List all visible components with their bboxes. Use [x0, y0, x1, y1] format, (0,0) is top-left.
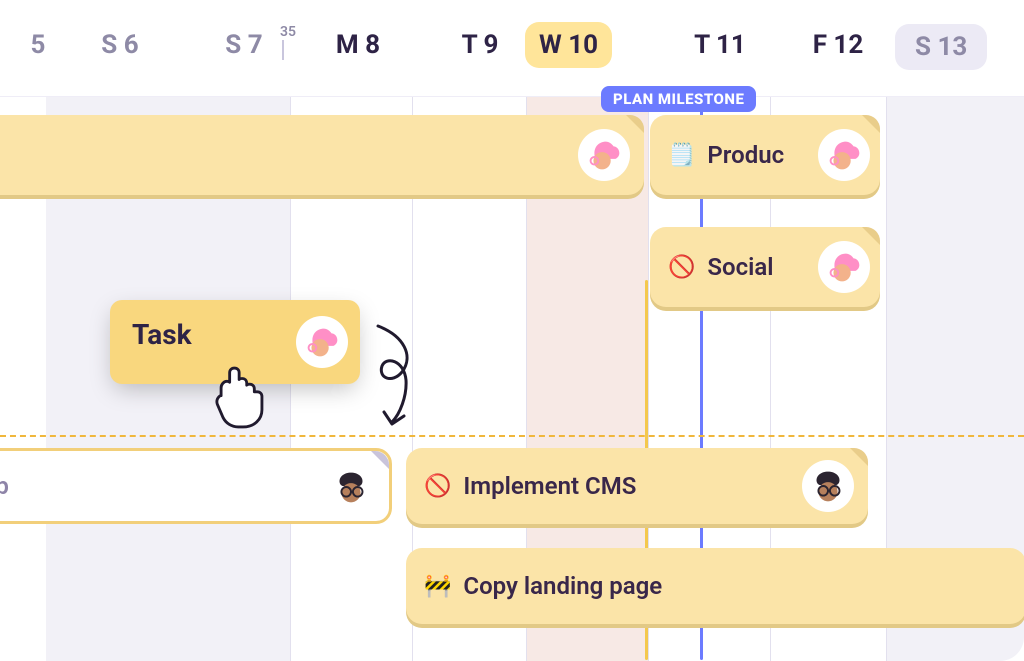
avatar-user-pink	[578, 129, 630, 181]
drop-row-guide	[0, 435, 1024, 437]
task-bar-product[interactable]: 🗒️ Produc	[650, 115, 880, 195]
task-bar-implement-cms[interactable]: 🚫 Implement CMS	[406, 448, 868, 524]
ruler-divider	[0, 96, 1024, 97]
task-bar-setup[interactable]: etup	[0, 448, 392, 524]
avatar-user-pink	[818, 129, 870, 181]
grab-cursor-icon	[204, 350, 280, 430]
day-w10[interactable]: W 10	[525, 22, 612, 68]
timeline-viewport: 35 5 S 6 S 7 M 8 T 9 W 10 T 11 F 12 S 13…	[0, 0, 1024, 661]
drag-task-label: Task	[132, 318, 192, 351]
avatar-user-pink	[296, 316, 348, 368]
day-s13[interactable]: S 13	[895, 24, 987, 70]
day-s7[interactable]: S 7	[196, 30, 292, 60]
task-bar-long[interactable]	[0, 115, 644, 195]
task-label: Social	[707, 253, 773, 281]
date-ruler: 35 5 S 6 S 7 M 8 T 9 W 10 T 11 F 12 S 13	[0, 0, 1024, 96]
avatar-user-pink	[818, 241, 870, 293]
task-bar-copy-landing[interactable]: 🚧 Copy landing page	[406, 548, 1024, 624]
task-label: etup	[0, 472, 9, 500]
task-label: Copy landing page	[463, 572, 662, 600]
plan-milestone-badge[interactable]: PLAN MILESTONE	[601, 86, 756, 112]
nosign-icon: 🚫	[424, 474, 451, 499]
avatar-user-dev	[802, 460, 854, 512]
day-f12[interactable]: F 12	[790, 30, 886, 60]
task-label: Produc	[707, 141, 784, 169]
construction-icon: 🚧	[424, 574, 451, 599]
arrow-doodle-icon	[370, 322, 426, 436]
notepad-icon: 🗒️	[668, 143, 695, 168]
avatar-user-dev	[325, 461, 377, 513]
nosign-icon: 🚫	[668, 255, 695, 280]
day-t9[interactable]: T 9	[432, 30, 528, 60]
task-bar-social[interactable]: 🚫 Social	[650, 227, 880, 307]
day-t11[interactable]: T 11	[672, 30, 768, 60]
day-s6[interactable]: S 6	[72, 30, 168, 60]
task-label: Implement CMS	[463, 472, 636, 500]
day-m8[interactable]: M 8	[310, 30, 406, 60]
